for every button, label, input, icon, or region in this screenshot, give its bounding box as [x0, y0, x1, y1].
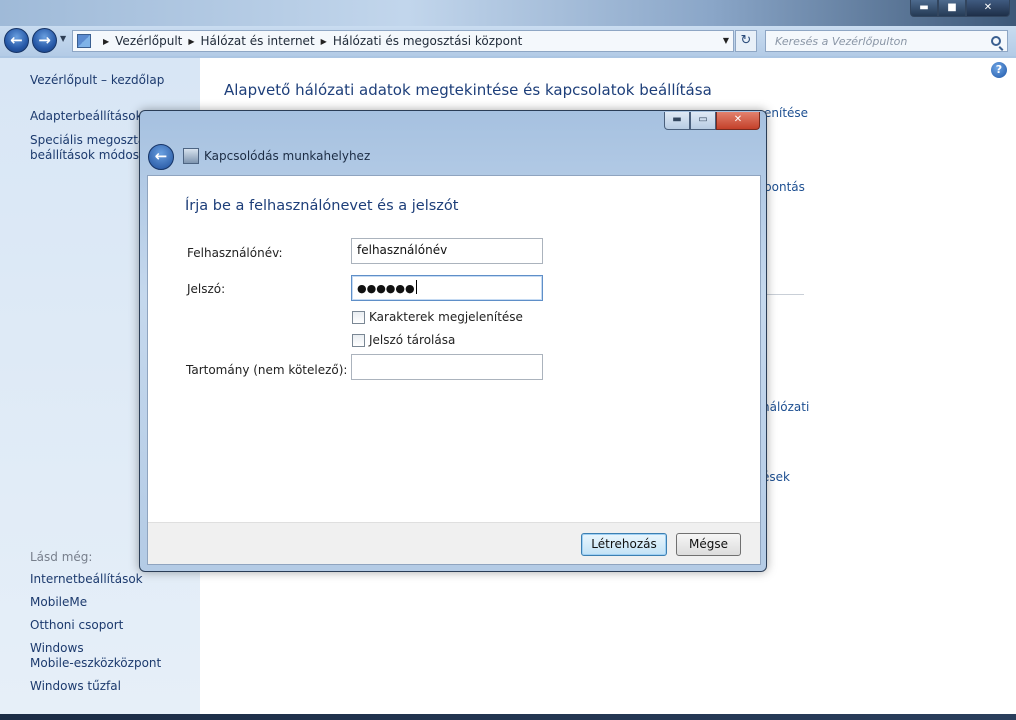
breadcrumb-item[interactable]: Hálózat és internet	[201, 34, 315, 48]
password-value: ●●●●●●	[357, 282, 415, 295]
show-characters-label[interactable]: Karakterek megjelenítése	[369, 310, 523, 324]
help-button[interactable]: ?	[991, 62, 1007, 78]
breadcrumb: ▶ Vezérlőpult ▶ Hálózat és internet ▶ Há…	[97, 34, 522, 48]
see-also-firewall-link[interactable]: Windows tűzfal	[30, 679, 121, 694]
password-field[interactable]: ●●●●●●	[351, 275, 543, 301]
username-label: Felhasználónév:	[187, 246, 283, 260]
dialog-maximize-button[interactable]: ▭	[690, 112, 716, 130]
remember-password-label[interactable]: Jelszó tárolása	[369, 333, 455, 347]
forward-button[interactable]: →	[32, 28, 57, 53]
dialog-heading: Írja be a felhasználónevet és a jelszót	[185, 198, 459, 214]
window-maximize-button[interactable]: ■	[938, 0, 966, 17]
recent-pages-dropdown-icon[interactable]: ▼	[60, 34, 66, 43]
create-button[interactable]: Létrehozás	[581, 533, 667, 556]
refresh-button[interactable]: ↻	[735, 30, 757, 52]
text-caret	[415, 280, 417, 294]
see-also-internet-options-link[interactable]: Internetbeállítások	[30, 572, 143, 587]
dialog-footer: Létrehozás Mégse	[148, 522, 760, 564]
domain-label: Tartomány (nem kötelező):	[186, 363, 348, 377]
domain-field[interactable]	[351, 354, 543, 380]
breadcrumb-chevron-icon[interactable]: ▶	[321, 37, 327, 46]
main-link-partial[interactable]: enítése	[764, 106, 808, 120]
see-also-mobileme-link[interactable]: MobileMe	[30, 595, 87, 610]
search-input[interactable]: Keresés a Vezérlőpulton	[765, 30, 1008, 52]
control-panel-icon	[77, 34, 91, 48]
remember-password-checkbox-box[interactable]	[352, 333, 365, 347]
connect-workplace-dialog: ▬ ▭ ✕ ← Kapcsolódás munkahelyhez Írja be…	[139, 110, 767, 572]
page-title: Alapvető hálózati adatok megtekintése és…	[224, 81, 712, 99]
see-also-homegroup-link[interactable]: Otthoni csoport	[30, 618, 123, 633]
breadcrumb-item[interactable]: Vezérlőpult	[115, 34, 182, 48]
breadcrumb-chevron-icon[interactable]: ▶	[103, 37, 109, 46]
dialog-caption-buttons: ▬ ▭ ✕	[664, 112, 760, 130]
breadcrumb-chevron-icon[interactable]: ▶	[188, 37, 194, 46]
username-value: felhasználónév	[357, 243, 448, 257]
see-also-mobile-center-link-line2[interactable]: Mobile-eszközközpont	[30, 656, 161, 671]
breadcrumb-item[interactable]: Hálózati és megosztási központ	[333, 34, 522, 48]
window-titlebar: ▬ ■ ✕	[0, 0, 1016, 26]
advanced-sharing-link[interactable]: Speciális megosztási	[30, 133, 155, 148]
window-close-button[interactable]: ✕	[966, 0, 1010, 17]
show-characters-checkbox[interactable]: Karakterek megjelenítése	[352, 310, 523, 324]
search-icon[interactable]	[991, 36, 1001, 46]
dialog-back-button[interactable]: ←	[148, 144, 174, 170]
show-characters-checkbox-box[interactable]	[352, 310, 365, 324]
dialog-content: Írja be a felhasználónevet és a jelszót …	[147, 175, 761, 565]
advanced-sharing-link-line2[interactable]: beállítások módosíta	[30, 148, 154, 163]
navigation-bar: ← → ▼ ▶ Vezérlőpult ▶ Hálózat és interne…	[0, 26, 1016, 56]
dialog-title: Kapcsolódás munkahelyhez	[204, 149, 371, 163]
address-bar[interactable]: ▶ Vezérlőpult ▶ Hálózat és internet ▶ Há…	[72, 30, 734, 52]
dialog-close-button[interactable]: ✕	[716, 112, 760, 130]
see-also-title: Lásd még:	[30, 550, 93, 564]
cancel-button[interactable]: Mégse	[676, 533, 741, 556]
dialog-minimize-button[interactable]: ▬	[664, 112, 690, 130]
back-button[interactable]: ←	[4, 28, 29, 53]
search-placeholder: Keresés a Vezérlőpulton	[775, 35, 908, 48]
username-field[interactable]: felhasználónév	[351, 238, 543, 264]
remember-password-checkbox[interactable]: Jelszó tárolása	[352, 333, 455, 347]
window-minimize-button[interactable]: ▬	[910, 0, 938, 17]
see-also-mobile-center-link[interactable]: Windows	[30, 641, 84, 656]
address-dropdown-icon[interactable]: ▼	[723, 36, 729, 45]
control-panel-home-link[interactable]: Vezérlőpult – kezdőlap	[30, 73, 164, 88]
taskbar-edge	[0, 714, 1016, 720]
main-link-partial[interactable]: nálózati	[762, 400, 809, 414]
network-wizard-icon	[183, 148, 199, 164]
window-caption-buttons: ▬ ■ ✕	[910, 0, 1010, 17]
password-label: Jelszó:	[187, 282, 226, 296]
main-link-partial[interactable]: bontás	[764, 180, 805, 194]
